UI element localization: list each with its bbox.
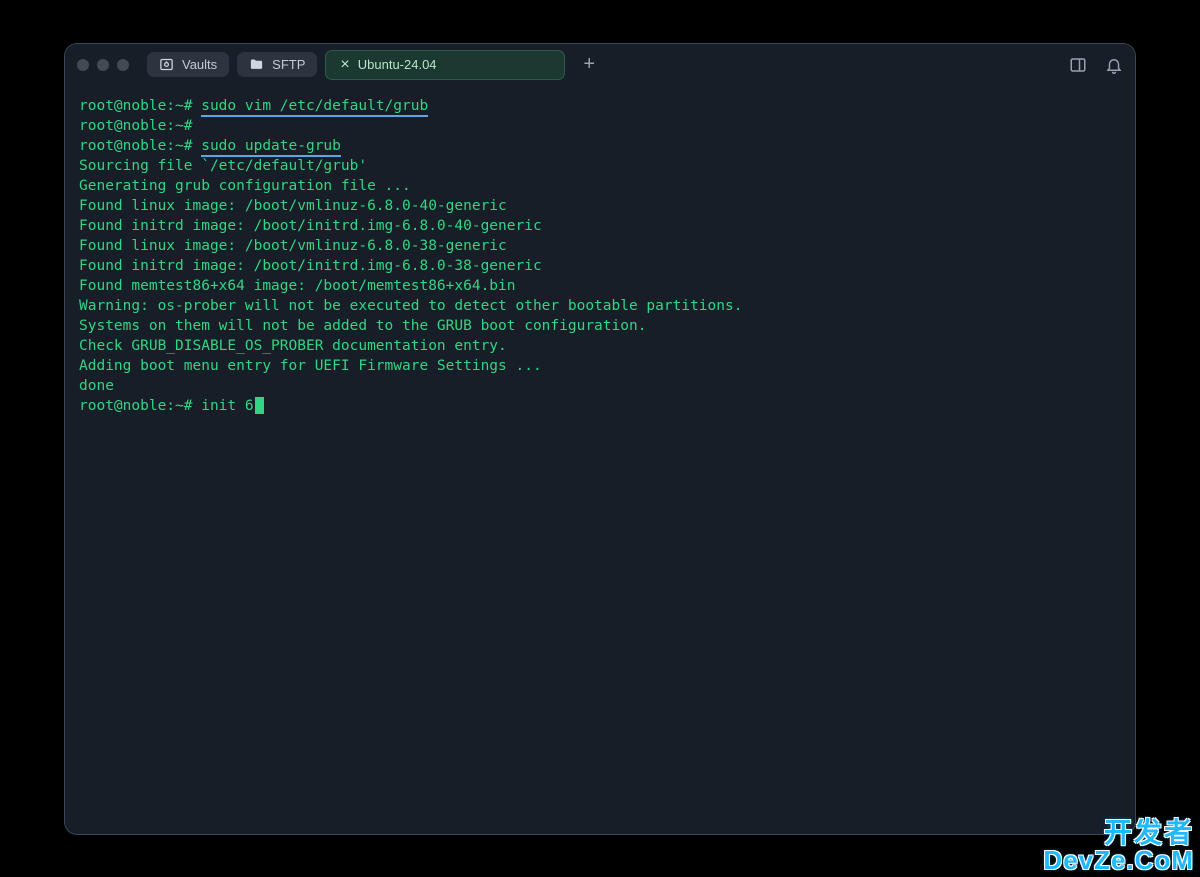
terminal-window: Vaults SFTP × Ubuntu-24.04 + (65, 44, 1135, 834)
titlebar-right-controls (1069, 56, 1123, 74)
terminal-line: Generating grub configuration file ... (79, 176, 1121, 196)
title-bar: Vaults SFTP × Ubuntu-24.04 + (65, 44, 1135, 86)
terminal-line: Sourcing file `/etc/default/grub' (79, 156, 1121, 176)
terminal-line: Systems on them will not be added to the… (79, 316, 1121, 336)
sftp-label: SFTP (272, 57, 305, 72)
terminal-line: Found initrd image: /boot/initrd.img-6.8… (79, 216, 1121, 236)
folder-icon (249, 57, 264, 72)
close-window-button[interactable] (77, 59, 89, 71)
terminal-line: Warning: os-prober will not be executed … (79, 296, 1121, 316)
sftp-button[interactable]: SFTP (237, 52, 317, 77)
terminal-output[interactable]: root@noble:~# sudo vim /etc/default/grub… (65, 86, 1135, 834)
terminal-cursor (255, 397, 264, 414)
terminal-line: root@noble:~# sudo update-grub (79, 136, 1121, 156)
tab-close-icon[interactable]: × (340, 56, 349, 74)
terminal-line: root@noble:~# (79, 116, 1121, 136)
vaults-label: Vaults (182, 57, 217, 72)
terminal-line: Found initrd image: /boot/initrd.img-6.8… (79, 256, 1121, 276)
terminal-line: Found linux image: /boot/vmlinuz-6.8.0-3… (79, 236, 1121, 256)
terminal-line: Adding boot menu entry for UEFI Firmware… (79, 356, 1121, 376)
tab-label: Ubuntu-24.04 (358, 57, 437, 72)
add-tab-button[interactable]: + (573, 53, 605, 76)
panel-toggle-icon[interactable] (1069, 56, 1087, 74)
terminal-line: done (79, 376, 1121, 396)
tab-ubuntu[interactable]: × Ubuntu-24.04 (325, 50, 565, 80)
watermark-line2: DevZe.CoM (1043, 847, 1194, 873)
terminal-line: Check GRUB_DISABLE_OS_PROBER documentati… (79, 336, 1121, 356)
bell-icon[interactable] (1105, 56, 1123, 74)
terminal-line: Found memtest86+x64 image: /boot/memtest… (79, 276, 1121, 296)
terminal-line: root@noble:~# init 6 (79, 396, 1121, 416)
minimize-window-button[interactable] (97, 59, 109, 71)
maximize-window-button[interactable] (117, 59, 129, 71)
terminal-line: Found linux image: /boot/vmlinuz-6.8.0-4… (79, 196, 1121, 216)
terminal-line: root@noble:~# sudo vim /etc/default/grub (79, 96, 1121, 116)
vault-icon (159, 57, 174, 72)
window-controls (77, 59, 129, 71)
vaults-button[interactable]: Vaults (147, 52, 229, 77)
